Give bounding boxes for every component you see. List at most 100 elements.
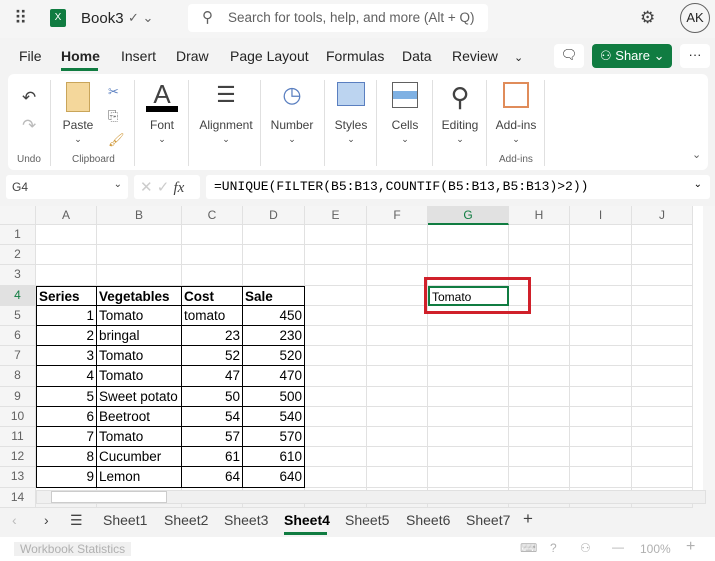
cell[interactable] <box>367 467 428 488</box>
cell[interactable] <box>428 386 509 407</box>
row-header[interactable]: 7 <box>0 346 36 367</box>
cell[interactable] <box>367 427 428 448</box>
table-cell[interactable]: Beetroot <box>97 406 182 427</box>
cell[interactable] <box>305 467 367 488</box>
table-cell[interactable]: Tomato <box>97 366 182 387</box>
cell[interactable] <box>305 447 367 468</box>
sheet-tab[interactable]: Sheet7 <box>466 512 510 528</box>
gear-icon[interactable]: ⚙ <box>640 8 655 28</box>
table-cell[interactable]: 3 <box>36 346 97 367</box>
cell[interactable] <box>367 245 428 266</box>
scroll-left-icon[interactable]: ‹ <box>12 512 17 528</box>
table-cell[interactable]: Tomato <box>97 427 182 448</box>
row-header[interactable]: 6 <box>0 326 36 347</box>
formula-input[interactable]: =UNIQUE(FILTER(B5:B13,COUNTIF(B5:B13,B5:… <box>206 175 710 199</box>
cell[interactable] <box>305 326 367 347</box>
keyboard-icon[interactable]: ⌨ <box>520 541 537 555</box>
add-sheet-icon[interactable]: + <box>523 509 533 529</box>
table-cell[interactable]: 64 <box>182 467 243 488</box>
redo-icon[interactable]: ↷ <box>22 116 36 136</box>
table-cell[interactable]: 54 <box>182 406 243 427</box>
cell[interactable] <box>243 265 305 286</box>
search-input[interactable]: ⚲ Search for tools, help, and more (Alt +… <box>188 4 488 32</box>
table-cell[interactable]: 540 <box>243 406 305 427</box>
zoom-level[interactable]: 100% <box>640 542 671 556</box>
editing-button[interactable]: ⚲ Editing ⌄ <box>438 74 482 170</box>
sheet-tab[interactable]: Sheet5 <box>345 512 389 528</box>
table-header-cell[interactable]: Cost <box>182 285 243 306</box>
table-cell[interactable]: 57 <box>182 427 243 448</box>
cell[interactable] <box>428 366 509 387</box>
cell[interactable] <box>305 265 367 286</box>
sheet-tab[interactable]: Sheet1 <box>103 512 147 528</box>
cell[interactable] <box>509 427 570 448</box>
tab-insert[interactable]: Insert <box>121 48 156 64</box>
cell[interactable] <box>509 386 570 407</box>
table-cell[interactable]: 6 <box>36 406 97 427</box>
zoom-in-icon[interactable]: + <box>686 538 695 556</box>
zoom-out-icon[interactable]: — <box>612 540 624 554</box>
cell[interactable] <box>305 406 367 427</box>
sheet-tab[interactable]: Sheet3 <box>224 512 268 528</box>
table-cell[interactable]: 470 <box>243 366 305 387</box>
workbook-title[interactable]: Book3 <box>81 10 124 27</box>
table-cell[interactable]: 610 <box>243 447 305 468</box>
row-header[interactable]: 10 <box>0 406 36 427</box>
cell[interactable] <box>570 245 632 266</box>
cell[interactable] <box>632 245 693 266</box>
cell[interactable] <box>570 447 632 468</box>
cell[interactable] <box>509 366 570 387</box>
tab-file[interactable]: File <box>19 48 42 64</box>
column-header[interactable]: C <box>182 206 243 225</box>
table-cell[interactable]: tomato <box>182 305 243 326</box>
help-icon[interactable]: ? <box>550 541 557 555</box>
horizontal-scrollbar[interactable] <box>36 490 706 504</box>
scroll-thumb[interactable] <box>51 491 167 503</box>
row-header[interactable]: 4 <box>0 285 36 306</box>
cell[interactable] <box>632 386 693 407</box>
tab-review[interactable]: Review <box>452 48 498 64</box>
table-cell[interactable]: 47 <box>182 366 243 387</box>
cell[interactable] <box>570 285 632 306</box>
cell[interactable] <box>632 225 693 246</box>
sheet-tab[interactable]: Sheet6 <box>406 512 450 528</box>
column-header[interactable]: I <box>570 206 632 225</box>
cell[interactable] <box>305 225 367 246</box>
table-cell[interactable]: 9 <box>36 467 97 488</box>
cell[interactable] <box>428 245 509 266</box>
column-header[interactable]: J <box>632 206 693 225</box>
cell[interactable] <box>632 366 693 387</box>
cell[interactable] <box>367 285 428 306</box>
table-cell[interactable]: 1 <box>36 305 97 326</box>
row-header[interactable]: 1 <box>0 225 36 246</box>
table-cell[interactable]: 23 <box>182 326 243 347</box>
table-header-cell[interactable]: Vegetables <box>97 285 182 306</box>
cell[interactable] <box>509 245 570 266</box>
enter-icon[interactable]: ✓ <box>157 179 170 196</box>
table-cell[interactable]: Tomato <box>97 346 182 367</box>
cell[interactable] <box>367 225 428 246</box>
cell[interactable] <box>428 427 509 448</box>
table-cell[interactable]: Cucumber <box>97 447 182 468</box>
tab-home[interactable]: Home <box>61 48 100 64</box>
all-sheets-icon[interactable]: ☰ <box>70 512 83 529</box>
table-cell[interactable]: 4 <box>36 366 97 387</box>
sheet-tab[interactable]: Sheet2 <box>164 512 208 528</box>
cell[interactable] <box>570 366 632 387</box>
insert-function-icon[interactable]: fx <box>174 180 185 196</box>
table-cell[interactable]: 8 <box>36 447 97 468</box>
tab-data[interactable]: Data <box>402 48 432 64</box>
cell[interactable] <box>570 346 632 367</box>
cell[interactable] <box>305 427 367 448</box>
cell[interactable] <box>428 326 509 347</box>
name-box[interactable]: G4 ⌄ <box>6 175 128 199</box>
copy-icon[interactable]: ⎘ <box>108 108 118 124</box>
cell[interactable] <box>305 386 367 407</box>
row-header[interactable]: 9 <box>0 386 36 407</box>
saved-status-icon[interactable]: ✓ ⌄ <box>128 10 153 26</box>
table-cell[interactable]: 450 <box>243 305 305 326</box>
cell[interactable] <box>570 326 632 347</box>
cell[interactable] <box>509 346 570 367</box>
cell[interactable] <box>367 305 428 326</box>
row-header[interactable]: 3 <box>0 265 36 286</box>
